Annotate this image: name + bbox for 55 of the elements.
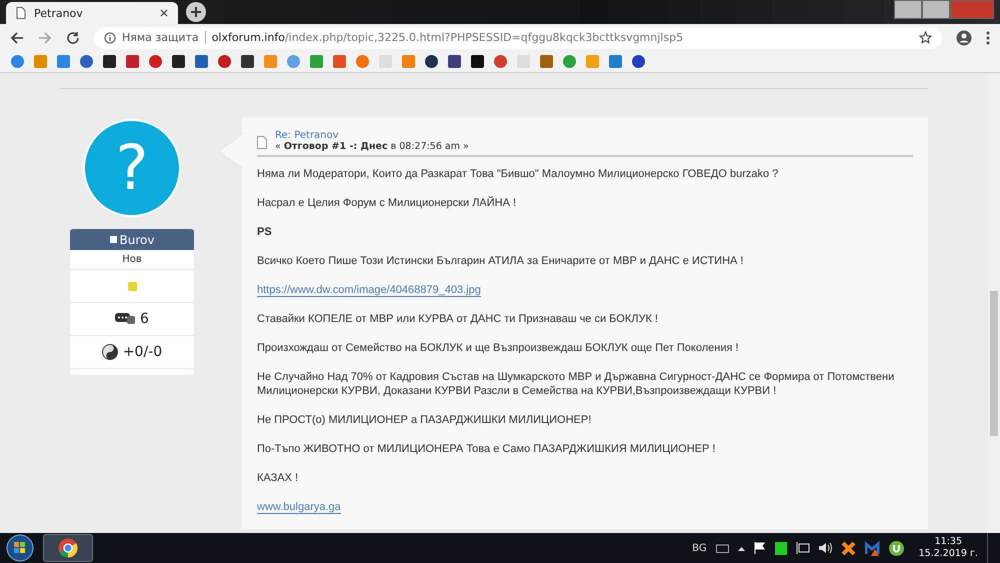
browser-tab[interactable]: Petranov bbox=[6, 2, 178, 24]
back-icon[interactable] bbox=[10, 30, 24, 44]
caret-icon[interactable] bbox=[738, 546, 745, 550]
scrollbar[interactable] bbox=[988, 73, 1000, 533]
yin-yang-icon bbox=[102, 344, 118, 360]
clock-date[interactable]: 15.2.2019 г. bbox=[918, 548, 978, 560]
language-indicator[interactable]: BG bbox=[692, 542, 707, 554]
menu-icon[interactable] bbox=[986, 30, 990, 44]
karma-value: +0/-0 bbox=[122, 344, 162, 360]
post-meta: « Отговор #1 -: Днес в 08:27:56 am » bbox=[275, 141, 469, 152]
post-title-link[interactable]: Re: Petranov bbox=[275, 130, 469, 141]
post-text: Не Случайно Над 70% от Кадровия Състав на Шумкарското МВР и Държавна Сигурност-ДАНС се Формира от Потомствени Милиционерски КУРВИ, Доказани КУРВИ Разсли в Семейства на КУРВИ,Възпроизвеждащи КУРВИ ! bbox=[257, 371, 894, 397]
address-field[interactable]: Няма защита olxforum.info/index.php/topic,3225.0.html?PHPSESSID=qfggu8kqck3bcttksvgmnjlsp5 bbox=[94, 26, 942, 48]
rank-label: Нов bbox=[122, 254, 142, 265]
clock-time[interactable]: 11:35 bbox=[934, 536, 962, 548]
username-link[interactable]: Burov bbox=[70, 229, 194, 250]
post-text: Ставайки КОПЕЛЕ от МВР или КУРВА от ДАНС ти Признаваш че си БОКЛУК ! bbox=[257, 313, 658, 325]
link[interactable]: www.bulgarya.ga bbox=[257, 501, 341, 514]
tray-app-icon[interactable] bbox=[840, 540, 856, 556]
star-icon[interactable] bbox=[919, 31, 932, 44]
new-tab-icon[interactable] bbox=[186, 2, 206, 22]
network-icon[interactable] bbox=[796, 542, 810, 554]
post-text: Не ПРОСТ(о) МИЛИЦИОНЕР а ПАЗАРДЖИШКИ МИЛИЦИОНЕР! bbox=[257, 414, 592, 426]
avatar-question-icon: ? bbox=[83, 119, 181, 217]
post-count: 6 bbox=[140, 311, 149, 327]
post-text: По-Тъпо ЖИВОТНО от МИЛИЦИОНЕРА Това е Само ПАЗАРДЖИШКИЯ МИЛИЦИОНЕР ! bbox=[257, 443, 716, 455]
bookmark-icon[interactable] bbox=[80, 55, 93, 68]
forward-icon[interactable] bbox=[38, 30, 52, 44]
bookmark-icon[interactable] bbox=[218, 55, 231, 68]
reload-icon[interactable] bbox=[66, 30, 80, 44]
page-icon bbox=[16, 7, 26, 19]
bookmark-icon[interactable] bbox=[425, 55, 438, 68]
tray-app-icon[interactable] bbox=[888, 540, 904, 556]
close-icon[interactable] bbox=[160, 9, 168, 17]
post-text: Произхождаш от Семейство на БОКЛУК и ще Възпроизвеждаш БОКЛУК още Пет Поколения ! bbox=[257, 342, 739, 354]
post-text: Насрал е Целия Форум с Милиционерски ЛАЙНА ! bbox=[257, 197, 516, 209]
post-text: Няма ли Модератори, Които да Разкарат Това "Бившо" Малоумно Милиционерско ГОВЕДО burzako ? bbox=[257, 168, 778, 180]
url-text: olxforum.info/index.php/topic,3225.0.html?PHPSESSID=qfggu8kqck3bcttksvgmnjlsp5 bbox=[212, 31, 684, 44]
window-controls[interactable] bbox=[894, 0, 994, 19]
speaker-icon[interactable] bbox=[818, 542, 832, 554]
rank-icon bbox=[128, 282, 136, 290]
post-text: PS bbox=[257, 226, 272, 238]
bookmark-icon[interactable] bbox=[632, 55, 645, 68]
chat-bubbles-icon bbox=[115, 313, 136, 325]
chrome-icon bbox=[58, 538, 78, 558]
info-icon bbox=[104, 32, 116, 44]
link[interactable]: https://www.dw.com/image/40468879_403.jpg bbox=[257, 284, 481, 297]
document-icon bbox=[257, 136, 267, 149]
taskbar-app-button[interactable] bbox=[43, 534, 93, 562]
account-icon[interactable] bbox=[956, 30, 972, 46]
post-text: Всичко Което Пише Този Истински Българин АТИЛА за Еничарите от МВР и ДАНС е ИСТИНА ! bbox=[257, 255, 744, 267]
keyboard-icon[interactable] bbox=[716, 543, 729, 553]
security-label: Няма защита bbox=[122, 31, 199, 44]
post-text: КАЗАХ ! bbox=[257, 472, 298, 484]
flag-icon[interactable] bbox=[754, 542, 766, 554]
